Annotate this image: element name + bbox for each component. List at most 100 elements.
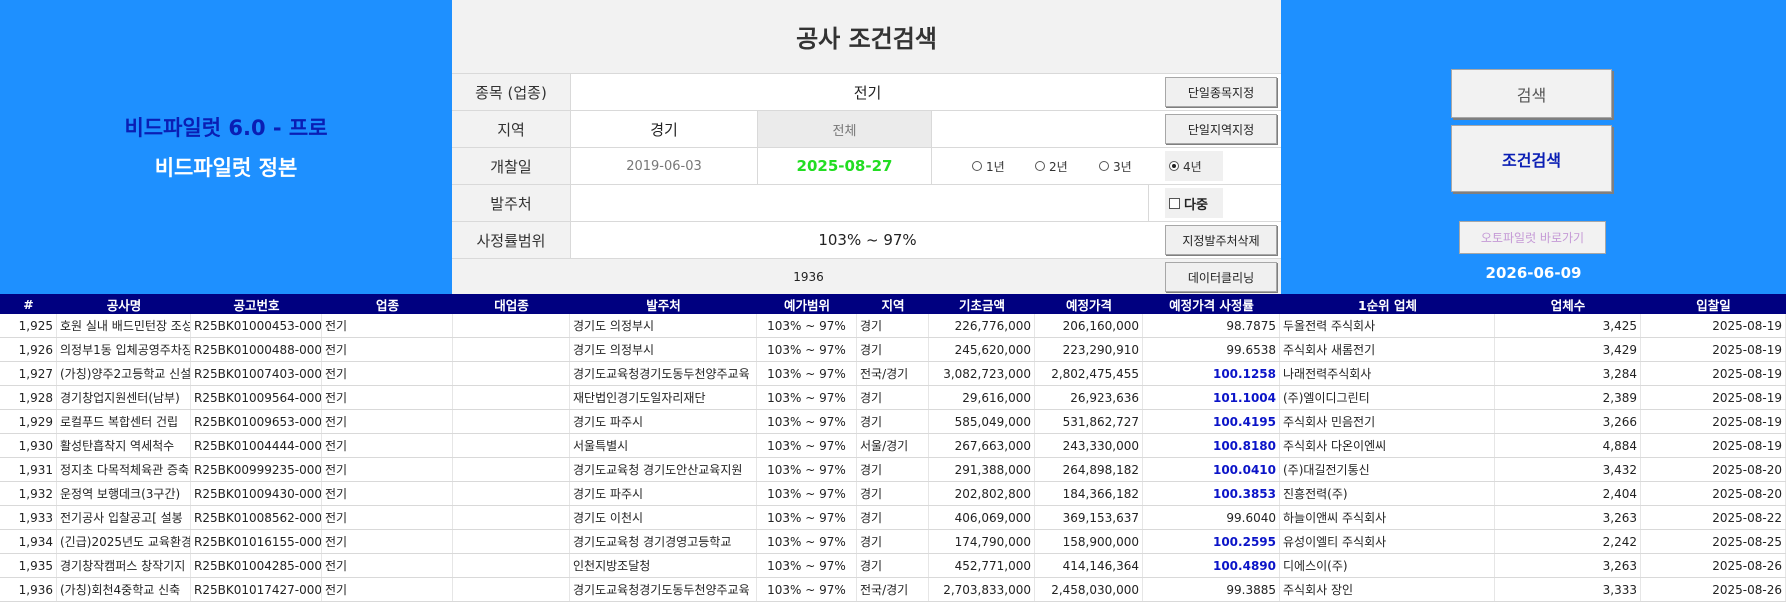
app-window: 비드파일럿 6.0 - 프로 비드파일럿 정본 공사 조건검색 종목 (업종) … <box>0 0 1786 609</box>
table-row[interactable]: 1,933 전기공사 입찰공고[ 설봉 R25BK01008562-000 전기 경기도… <box>0 506 1786 530</box>
cell-top-bidder: 나래전력주식회사 <box>1280 362 1495 385</box>
range-field[interactable]: 103% ~ 97% <box>570 222 1165 258</box>
cell-industry: 전기 <box>322 578 453 601</box>
radio-2y[interactable]: 2년 <box>1035 148 1068 184</box>
cell-bid-date: 2025-08-25 <box>1641 530 1786 553</box>
cell-base-amount: 452,771,000 <box>929 554 1035 577</box>
date-from-field[interactable]: 2019-06-03 <box>570 148 757 184</box>
cell-estimated-price: 369,153,637 <box>1035 506 1143 529</box>
cell-client: 경기도교육청경기도동두천양주교육 <box>570 362 757 385</box>
action-panel: 검색 조건검색 오토파일럿 바로가기 2026-06-09 <box>1281 0 1786 294</box>
table-row[interactable]: 1,928 경기창업지원센터(남부) R25BK01009564-000 전기 재단법인… <box>0 386 1786 410</box>
table-row[interactable]: 1,929 로컬푸드 복합센터 건립 R25BK01009653-000 전기 경기도 … <box>0 410 1786 434</box>
cell-industry: 전기 <box>322 338 453 361</box>
cell-region: 경기 <box>857 506 929 529</box>
single-category-button[interactable]: 단일종목지정 <box>1165 77 1277 107</box>
cell-bid-date: 2025-08-19 <box>1641 338 1786 361</box>
cell-region: 경기 <box>857 386 929 409</box>
cell-bidder-count: 3,263 <box>1495 554 1641 577</box>
table-row[interactable]: 1,932 운정역 보행데크(3구간) R25BK01009430-000 전기 경기도… <box>0 482 1786 506</box>
date-to-field[interactable]: 2025-08-27 <box>757 148 931 184</box>
cell-major-industry <box>453 386 570 409</box>
delete-client-button[interactable]: 지정발주처삭제 <box>1165 225 1277 255</box>
column-header-top-bidder[interactable]: 1순위 업체 <box>1280 294 1495 314</box>
table-row[interactable]: 1,926 의정부1동 입체공영주차장 R25BK01000488-000 전기 경기도… <box>0 338 1786 362</box>
radio-1y[interactable]: 1년 <box>972 148 1005 184</box>
table-row[interactable]: 1,930 활성탄흡착지 역세척수 R25BK01004444-000 전기 서울특별시… <box>0 434 1786 458</box>
cell-price-range: 103% ~ 97% <box>757 434 857 457</box>
column-header-major-industry[interactable]: 대업종 <box>453 294 570 314</box>
cell-estimated-price: 184,366,182 <box>1035 482 1143 505</box>
cell-industry: 전기 <box>322 362 453 385</box>
cell-bid-date: 2025-08-19 <box>1641 410 1786 433</box>
cell-top-bidder: (주)엘이디그린티 <box>1280 386 1495 409</box>
column-header-row-number[interactable]: # <box>0 294 57 314</box>
multi-checkbox[interactable]: 다중 <box>1165 188 1223 218</box>
data-cleaning-button[interactable]: 데이터클리닝 <box>1165 262 1277 292</box>
cell-bidder-count: 3,266 <box>1495 410 1641 433</box>
client-label: 발주처 <box>452 185 570 221</box>
cell-estimated-price: 26,923,636 <box>1035 386 1143 409</box>
cell-row-number: 1,926 <box>0 338 57 361</box>
table-row[interactable]: 1,931 정지초 다목적체육관 증축 R25BK00999235-000 전기 경기도… <box>0 458 1786 482</box>
cell-row-number: 1,925 <box>0 314 57 337</box>
column-header-estimated-rate[interactable]: 예정가격 사정률 <box>1143 294 1280 314</box>
cell-notice-number: R25BK01009653-000 <box>191 410 322 433</box>
cell-row-number: 1,929 <box>0 410 57 433</box>
cell-estimated-rate: 99.3885 <box>1143 578 1280 601</box>
column-header-bid-date[interactable]: 입찰일 <box>1641 294 1786 314</box>
cell-industry: 전기 <box>322 410 453 433</box>
column-header-estimated-price[interactable]: 예정가격 <box>1035 294 1143 314</box>
cell-base-amount: 2,703,833,000 <box>929 578 1035 601</box>
cell-estimated-rate: 100.2595 <box>1143 530 1280 553</box>
column-header-client[interactable]: 발주처 <box>570 294 757 314</box>
cell-region: 경기 <box>857 410 929 433</box>
column-header-base-amount[interactable]: 기초금액 <box>929 294 1035 314</box>
cell-bid-date: 2025-08-19 <box>1641 386 1786 409</box>
radio-3y[interactable]: 3년 <box>1099 148 1132 184</box>
cell-client: 경기도교육청 경기도안산교육지원 <box>570 458 757 481</box>
cell-major-industry <box>453 482 570 505</box>
table-row[interactable]: 1,927 (가칭)양주2고등학교 신설 R25BK01007403-000 전기 경기… <box>0 362 1786 386</box>
column-header-price-range[interactable]: 예가범위 <box>757 294 857 314</box>
cell-client: 재단법인경기도일자리재단 <box>570 386 757 409</box>
cell-row-number: 1,933 <box>0 506 57 529</box>
cell-row-number: 1,928 <box>0 386 57 409</box>
table-row[interactable]: 1,935 경기창작캠퍼스 창작기지 R25BK01004285-000 전기 인천지방… <box>0 554 1786 578</box>
radio-1y-label: 1년 <box>986 159 1005 174</box>
cell-bidder-count: 3,263 <box>1495 506 1641 529</box>
cell-bid-date: 2025-08-22 <box>1641 506 1786 529</box>
cell-major-industry <box>453 314 570 337</box>
search-button[interactable]: 검색 <box>1451 69 1612 118</box>
cell-notice-number: R25BK01004444-000 <box>191 434 322 457</box>
column-header-industry[interactable]: 업종 <box>322 294 453 314</box>
cell-estimated-rate: 100.1258 <box>1143 362 1280 385</box>
cell-estimated-price: 158,900,000 <box>1035 530 1143 553</box>
cell-bid-date: 2025-08-20 <box>1641 458 1786 481</box>
autopilot-link-button[interactable]: 오토파일럿 바로가기 <box>1459 221 1606 254</box>
category-field[interactable]: 전기 <box>570 74 1165 110</box>
cell-project-name: 활성탄흡착지 역세척수 <box>57 434 191 457</box>
cell-project-name: 경기창업지원센터(남부) <box>57 386 191 409</box>
cell-bidder-count: 2,404 <box>1495 482 1641 505</box>
single-region-button[interactable]: 단일지역지정 <box>1165 114 1277 144</box>
cell-estimated-price: 2,458,030,000 <box>1035 578 1143 601</box>
condition-search-button[interactable]: 조건검색 <box>1451 125 1612 192</box>
radio-4y[interactable]: 4년 <box>1165 151 1223 181</box>
cell-estimated-rate: 101.1004 <box>1143 386 1280 409</box>
table-row[interactable]: 1,936 (가칭)회천4중학교 신축 R25BK01017427-000 전기 경기도… <box>0 578 1786 602</box>
client-field[interactable] <box>570 185 1148 221</box>
column-header-region[interactable]: 지역 <box>857 294 929 314</box>
date-label: 개찰일 <box>452 148 570 184</box>
column-header-project-name[interactable]: 공사명 <box>57 294 191 314</box>
cell-base-amount: 406,069,000 <box>929 506 1035 529</box>
cell-project-name: (긴급)2025년도 교육환경 <box>57 530 191 553</box>
region-sub-field[interactable]: 전체 <box>757 111 931 147</box>
cell-top-bidder: 하늘이앤씨 주식회사 <box>1280 506 1495 529</box>
cell-industry: 전기 <box>322 434 453 457</box>
region-field[interactable]: 경기 <box>570 111 757 147</box>
table-row[interactable]: 1,925 호원 실내 배드민턴장 조성 R25BK01000453-000 전기 경기… <box>0 314 1786 338</box>
table-row[interactable]: 1,934 (긴급)2025년도 교육환경 R25BK01016155-000 전기 경… <box>0 530 1786 554</box>
column-header-bidder-count[interactable]: 업체수 <box>1495 294 1641 314</box>
column-header-notice-number[interactable]: 공고번호 <box>191 294 322 314</box>
